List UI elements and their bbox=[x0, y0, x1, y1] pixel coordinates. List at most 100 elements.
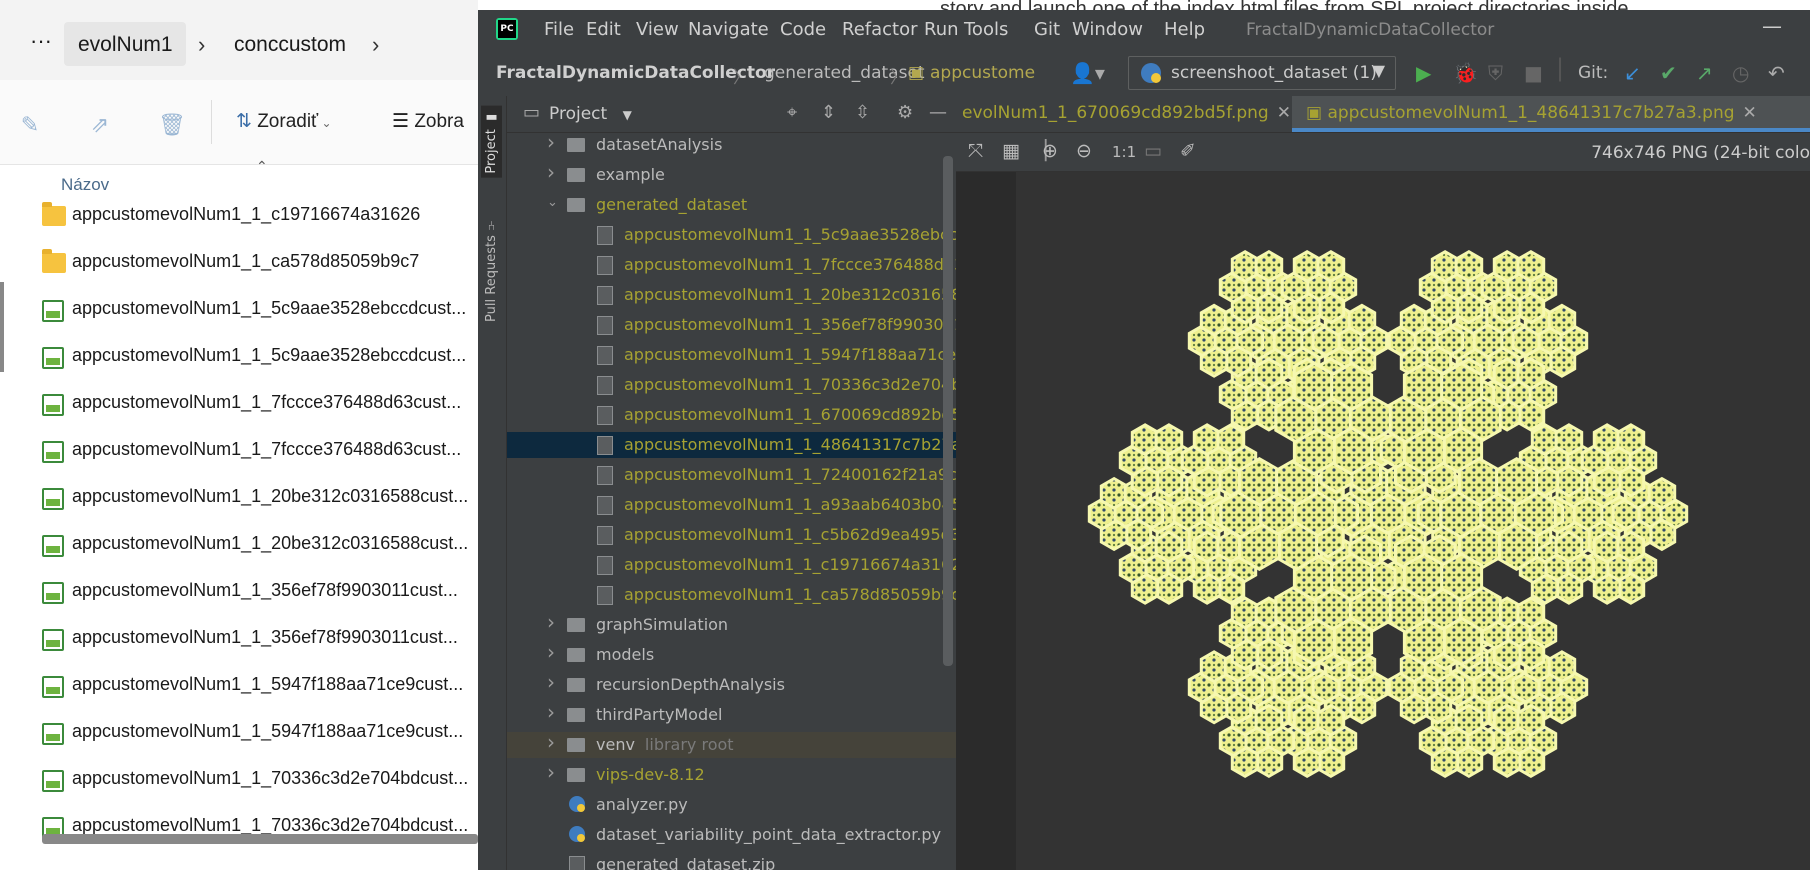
file-row[interactable]: appcustomevolNum1_1_70336c3d2e704bdcust.… bbox=[0, 807, 478, 854]
tab-pull-requests[interactable]: Pull Requests ⑂ bbox=[481, 214, 502, 326]
tree-file[interactable]: appcustomevolNum1_1_c5b62d9ea495d36.png bbox=[507, 522, 1007, 548]
file-row[interactable]: appcustomevolNum1_1_20be312c0316588cust.… bbox=[0, 525, 478, 572]
breadcrumb-conccustom[interactable]: conccustom bbox=[234, 32, 346, 58]
chevron-right-icon[interactable]: › bbox=[198, 32, 205, 58]
rollback-icon[interactable]: ↶ bbox=[1768, 63, 1785, 83]
chevron-right-icon[interactable]: › bbox=[372, 32, 379, 58]
zoom-out-icon[interactable]: ⊖ bbox=[1076, 140, 1092, 162]
menu-git[interactable]: Git bbox=[1034, 19, 1060, 40]
file-row[interactable]: appcustomevolNum1_1_5c9aae3528ebccdcust.… bbox=[0, 290, 478, 337]
history-icon[interactable]: ◷ bbox=[1732, 63, 1749, 83]
file-row[interactable]: appcustomevolNum1_1_70336c3d2e704bdcust.… bbox=[0, 760, 478, 807]
tree-folder[interactable]: › venv library root bbox=[507, 730, 956, 758]
chevron-right-icon[interactable]: › bbox=[547, 760, 555, 784]
tree-file[interactable]: appcustomevolNum1_1_72400162f21a9c5.png bbox=[507, 462, 1003, 488]
file-row[interactable]: appcustomevolNum1_1_7fccce376488d63cust.… bbox=[0, 431, 478, 478]
minimize-icon[interactable]: — bbox=[1762, 14, 1782, 38]
tree-folder[interactable]: › vips-dev-8.12 bbox=[507, 760, 956, 788]
tree-folder[interactable]: ⌄ generated_dataset bbox=[507, 192, 956, 218]
view-button[interactable]: ☰ Zobra bbox=[392, 110, 464, 133]
close-icon[interactable]: ✕ bbox=[1743, 103, 1757, 123]
tree-file[interactable]: appcustomevolNum1_1_a93aab6403b045d.png bbox=[507, 492, 1008, 518]
chevron-right-icon[interactable]: › bbox=[547, 640, 555, 664]
vertical-scrollbar[interactable] bbox=[943, 156, 953, 666]
git-update-icon[interactable]: ↙ bbox=[1624, 63, 1641, 83]
run-configuration-select[interactable]: screenshoot_dataset (1) ▼ bbox=[1128, 56, 1396, 90]
project-panel-title[interactable]: Project ▼ bbox=[549, 104, 632, 124]
folder-row[interactable]: appcustomevolNum1_1_ca578d85059b9c7 bbox=[0, 243, 478, 290]
menu-file[interactable]: File bbox=[544, 19, 574, 40]
tree-file[interactable]: appcustomevolNum1_1_7fccce376488d63.png bbox=[507, 252, 1000, 278]
git-push-icon[interactable]: ↗ bbox=[1696, 63, 1713, 83]
stop-icon[interactable]: ■ bbox=[1524, 63, 1543, 83]
delete-icon[interactable]: 🗑 bbox=[158, 112, 186, 138]
tree-file[interactable]: generated_dataset.zip bbox=[507, 852, 956, 870]
breadcrumb-evolnum1[interactable]: evolNum1 bbox=[78, 32, 173, 58]
tab-project-tool[interactable]: Project ▬ bbox=[481, 106, 502, 178]
chevron-right-icon[interactable]: › bbox=[547, 130, 555, 154]
fit-icon[interactable]: ⤧ bbox=[968, 140, 983, 162]
editor-tab[interactable]: ▣ appcustomevolNum1_1_48641317c7b27a3.pn… bbox=[1292, 96, 1810, 132]
file-row[interactable]: appcustomevolNum1_1_356ef78f9903011cust.… bbox=[0, 572, 478, 619]
horizontal-scrollbar[interactable] bbox=[42, 834, 478, 844]
menu-code[interactable]: Code bbox=[780, 19, 826, 40]
file-row[interactable]: appcustomevolNum1_1_7fccce376488d63cust.… bbox=[0, 384, 478, 431]
menu-edit[interactable]: Edit bbox=[586, 19, 621, 40]
menu-window[interactable]: Window bbox=[1072, 19, 1143, 40]
chevron-right-icon[interactable]: › bbox=[547, 610, 555, 634]
tree-file[interactable]: appcustomevolNum1_1_ca578d85059b9c7.png bbox=[507, 582, 1006, 608]
run-icon[interactable]: ▶ bbox=[1416, 63, 1431, 83]
tree-file[interactable]: appcustomevolNum1_1_20be312c0316588.png bbox=[507, 282, 1007, 308]
fit-zoom-icon[interactable]: ▭ bbox=[1144, 140, 1162, 162]
tree-file[interactable]: appcustomevolNum1_1_356ef78f9903011.png bbox=[507, 312, 999, 338]
file-row[interactable]: appcustomevolNum1_1_20be312c0316588cust.… bbox=[0, 478, 478, 525]
column-header-name[interactable]: Názov bbox=[61, 175, 109, 195]
editor-tab[interactable]: evolNum1_1_670069cd892bd5f.png ✕ bbox=[962, 96, 1291, 132]
grid-icon[interactable]: ▦ bbox=[1002, 140, 1020, 162]
chevron-right-icon[interactable]: › bbox=[547, 700, 555, 724]
sort-button[interactable]: ⇅ Zoradiť ⌄ bbox=[236, 110, 332, 133]
tree-folder[interactable]: › models bbox=[507, 640, 956, 668]
nav-file[interactable]: appcustome bbox=[930, 63, 1035, 83]
tree-file[interactable]: analyzer.py bbox=[507, 792, 956, 818]
file-row[interactable]: appcustomevolNum1_1_5947f188aa71ce9cust.… bbox=[0, 666, 478, 713]
tree-folder[interactable]: › example bbox=[507, 160, 956, 188]
tree-folder[interactable]: › graphSimulation bbox=[507, 610, 956, 638]
share-icon[interactable]: ⇗ bbox=[87, 112, 113, 138]
menu-help[interactable]: Help bbox=[1164, 19, 1205, 40]
menu-navigate[interactable]: Navigate bbox=[688, 19, 769, 40]
tree-file[interactable]: appcustomevolNum1_1_5947f188aa71ce9.png bbox=[507, 342, 1002, 368]
tree-file[interactable]: dataset_variability_point_data_extractor… bbox=[507, 822, 956, 848]
expand-all-icon[interactable]: ⇕ bbox=[821, 102, 836, 123]
chevron-right-icon[interactable]: › bbox=[547, 160, 555, 184]
user-icon[interactable]: 👤▾ bbox=[1070, 63, 1105, 83]
collapse-all-icon[interactable]: ⇳ bbox=[855, 102, 870, 123]
menu-tools[interactable]: Tools bbox=[964, 19, 1008, 40]
folder-row[interactable]: appcustomevolNum1_1_c19716674a31626 bbox=[0, 196, 478, 243]
git-commit-icon[interactable]: ✔ bbox=[1660, 63, 1677, 83]
hide-icon[interactable]: — bbox=[929, 102, 947, 123]
file-row[interactable]: appcustomevolNum1_1_5947f188aa71ce9cust.… bbox=[0, 713, 478, 760]
tree-folder[interactable]: › datasetAnalysis bbox=[507, 130, 956, 158]
tree-folder[interactable]: › thirdPartyModel bbox=[507, 700, 956, 728]
coverage-icon[interactable]: ⛨ bbox=[1488, 63, 1503, 83]
tree-folder[interactable]: › recursionDepthAnalysis bbox=[507, 670, 956, 698]
close-icon[interactable]: ✕ bbox=[1277, 103, 1291, 123]
debug-icon[interactable]: 🐞 bbox=[1453, 63, 1478, 83]
chevron-right-icon[interactable]: › bbox=[547, 730, 555, 754]
zoom-in-icon[interactable]: ⊕ bbox=[1042, 140, 1058, 162]
more-icon[interactable]: ··· bbox=[30, 28, 52, 54]
tree-file[interactable]: appcustomevolNum1_1_70336c3d2e704bd.png bbox=[507, 372, 1007, 398]
menu-refactor[interactable]: Refactor bbox=[842, 19, 918, 40]
tree-file[interactable]: appcustomevolNum1_1_c19716674a31626.png bbox=[507, 552, 1007, 578]
tree-file[interactable]: appcustomevolNum1_1_48641317c7b27a3.png bbox=[507, 432, 1007, 458]
menu-view[interactable]: View bbox=[636, 19, 679, 40]
gear-icon[interactable]: ⚙ bbox=[897, 102, 913, 123]
tree-file[interactable]: appcustomevolNum1_1_5c9aae3528ebccd.png bbox=[507, 222, 1003, 248]
menu-run[interactable]: Run bbox=[924, 19, 959, 40]
locate-icon[interactable]: ⌖ bbox=[787, 102, 797, 123]
file-row[interactable]: appcustomevolNum1_1_5c9aae3528ebccdcust.… bbox=[0, 337, 478, 384]
chevron-right-icon[interactable]: › bbox=[547, 670, 555, 694]
color-picker-icon[interactable]: ✐ bbox=[1180, 140, 1196, 162]
rename-icon[interactable]: ✎ bbox=[17, 112, 43, 138]
